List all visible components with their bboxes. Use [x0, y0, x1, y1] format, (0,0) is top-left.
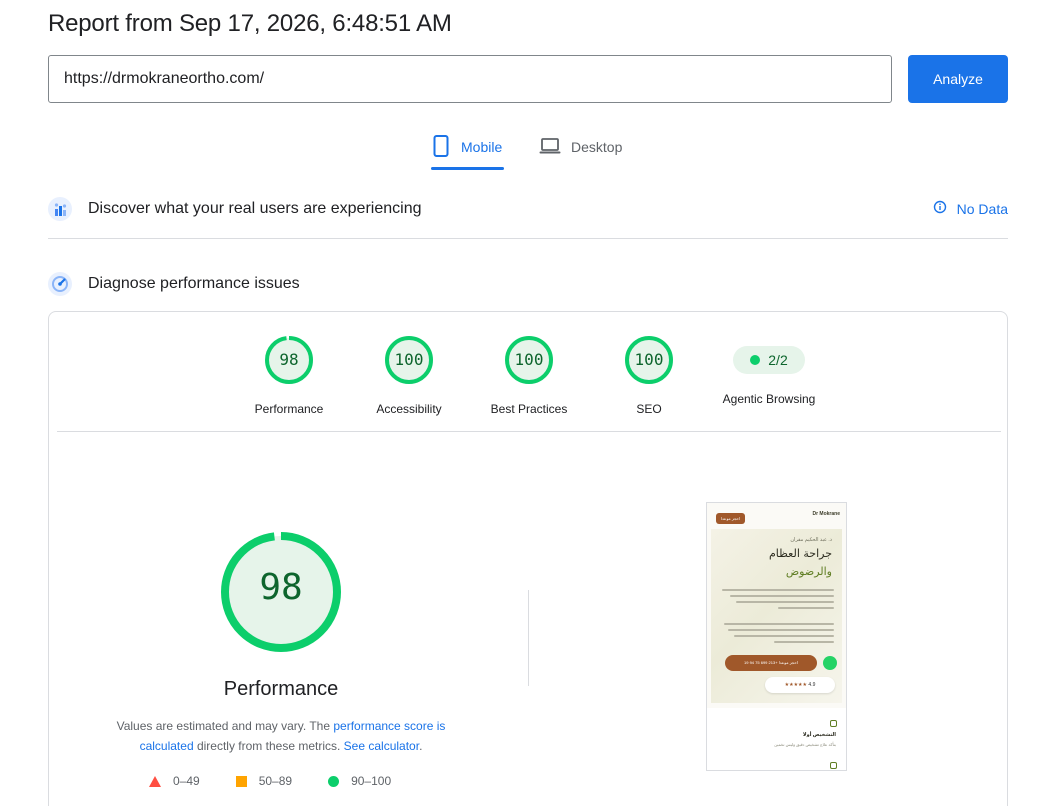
- info-icon: [933, 200, 947, 217]
- best-practices-label: Best Practices: [490, 402, 568, 416]
- performance-big-gauge: 98: [221, 532, 341, 652]
- screenshot-heading-2: والرضوض: [785, 565, 832, 578]
- performance-big-score: 98: [259, 567, 303, 608]
- discover-section-title: Discover what your real users are experi…: [88, 200, 422, 217]
- screenshot-text-line: [724, 623, 834, 625]
- screenshot-section-title: التشخيص أولا: [802, 732, 836, 738]
- url-input[interactable]: [48, 55, 892, 103]
- discover-section-header: Discover what your real users are experi…: [48, 195, 1008, 223]
- active-tab-indicator: [431, 167, 504, 170]
- rating-stars: ★★★★★: [784, 682, 808, 688]
- screenshot-section-text: بتأكد علاج تشخيص دقيق وليس تخمين: [774, 742, 836, 747]
- screenshot-text-line: [730, 595, 834, 597]
- no-data-label: No Data: [956, 200, 1008, 217]
- stethoscope-icon: [830, 720, 837, 727]
- screenshot-heading-1: جراحة العظام: [768, 547, 832, 560]
- diagnose-section-header: Diagnose performance issues: [48, 270, 1008, 298]
- score-gauge: 100: [625, 336, 673, 384]
- pass-dot-icon: [750, 355, 761, 365]
- score-gauge: 100: [385, 336, 433, 384]
- report-title: Report from Sep 17, 2026, 6:48:51 AM: [48, 10, 452, 37]
- performance-score: 98: [279, 350, 299, 369]
- screenshot-text-line: [728, 629, 834, 631]
- screenshot-text-line: [722, 589, 834, 591]
- score-legend: 0–49 50–89 90–100: [149, 774, 391, 788]
- whatsapp-icon: [823, 656, 837, 670]
- card-divider: [57, 431, 1001, 432]
- agentic-browsing-label: Agentic Browsing: [722, 392, 816, 406]
- page-screenshot-thumbnail[interactable]: احجز موعدا Dr Mokrane د. عبد الحكيم مقرا…: [706, 502, 847, 771]
- tab-desktop[interactable]: Desktop: [539, 132, 622, 170]
- legend-fail-range: 0–49: [173, 774, 200, 788]
- section-divider: [48, 238, 1008, 239]
- best-practices-score: 100: [514, 350, 544, 369]
- clipboard-icon: [830, 762, 837, 769]
- screenshot-book-button: احجز موعدا +213 699 75 94 19: [725, 655, 817, 671]
- screenshot-text-line: [734, 635, 834, 637]
- report-card: 98 Performance 100 Accessibility 100 Bes…: [48, 311, 1008, 806]
- rating-value: 4.9: [808, 682, 816, 688]
- accessibility-score: 100: [394, 350, 424, 369]
- desc-middle: directly from these metrics.: [193, 739, 344, 753]
- see-calculator-link[interactable]: See calculator: [344, 739, 419, 753]
- no-data-status[interactable]: No Data: [933, 200, 1008, 217]
- pass-circle-icon: [328, 775, 340, 787]
- seo-score: 100: [634, 350, 664, 369]
- legend-average: 50–89: [235, 774, 293, 788]
- desc-prefix: Values are estimated and may vary. The: [116, 719, 334, 733]
- fail-triangle-icon: [149, 775, 161, 787]
- screenshot-text-line: [778, 607, 834, 609]
- legend-average-range: 50–89: [258, 774, 293, 788]
- screenshot-rating: ★★★★★ 4.9: [765, 677, 835, 693]
- seo-label: SEO: [636, 402, 662, 416]
- screenshot-cta-button: احجز موعدا: [716, 513, 745, 524]
- performance-description: Values are estimated and may vary. The p…: [101, 716, 461, 756]
- screenshot-hero: د. عبد الحكيم مقران جراحة العظام والرضوض…: [711, 529, 842, 703]
- score-gauge: 98: [265, 336, 313, 384]
- laptop-icon: [539, 132, 561, 163]
- agentic-browsing-value: 2/2: [768, 352, 788, 368]
- vertical-divider: [528, 590, 529, 686]
- device-tabs: Mobile Desktop: [0, 132, 1059, 172]
- category-agentic-browsing[interactable]: 2/2 Agentic Browsing: [709, 336, 829, 406]
- score-gauge: 100: [505, 336, 553, 384]
- analyze-button[interactable]: Analyze: [908, 55, 1008, 103]
- category-gauge-seo[interactable]: 100 SEO: [589, 336, 709, 416]
- legend-pass-range: 90–100: [351, 774, 392, 788]
- desc-suffix: .: [419, 739, 423, 753]
- smartphone-icon: [431, 132, 451, 163]
- accessibility-label: Accessibility: [376, 402, 442, 416]
- screenshot-text-line: [774, 641, 834, 643]
- screenshot-lower-section: التشخيص أولا بتأكد علاج تشخيص دقيق وليس …: [707, 708, 846, 770]
- average-square-icon: [235, 775, 247, 787]
- performance-label: Performance: [254, 402, 324, 416]
- screenshot-text-line: [736, 601, 834, 603]
- legend-fail: 0–49: [149, 774, 200, 788]
- screenshot-logo: Dr Mokrane: [812, 511, 840, 517]
- category-gauge-best-practices[interactable]: 100 Best Practices: [469, 336, 589, 416]
- tab-mobile-label: Mobile: [461, 139, 503, 155]
- category-gauge-accessibility[interactable]: 100 Accessibility: [349, 336, 469, 416]
- category-gauge-performance[interactable]: 98 Performance: [229, 336, 349, 416]
- tab-desktop-label: Desktop: [571, 139, 623, 155]
- users-chart-icon: [48, 197, 72, 221]
- performance-big-title: Performance: [223, 678, 339, 700]
- agentic-browsing-pill: 2/2: [733, 346, 805, 374]
- legend-pass: 90–100: [328, 774, 391, 788]
- gauge-icon: [48, 272, 72, 296]
- screenshot-subtitle: د. عبد الحكيم مقران: [790, 537, 832, 543]
- diagnose-section-title: Diagnose performance issues: [88, 275, 300, 292]
- tab-mobile[interactable]: Mobile: [431, 132, 502, 170]
